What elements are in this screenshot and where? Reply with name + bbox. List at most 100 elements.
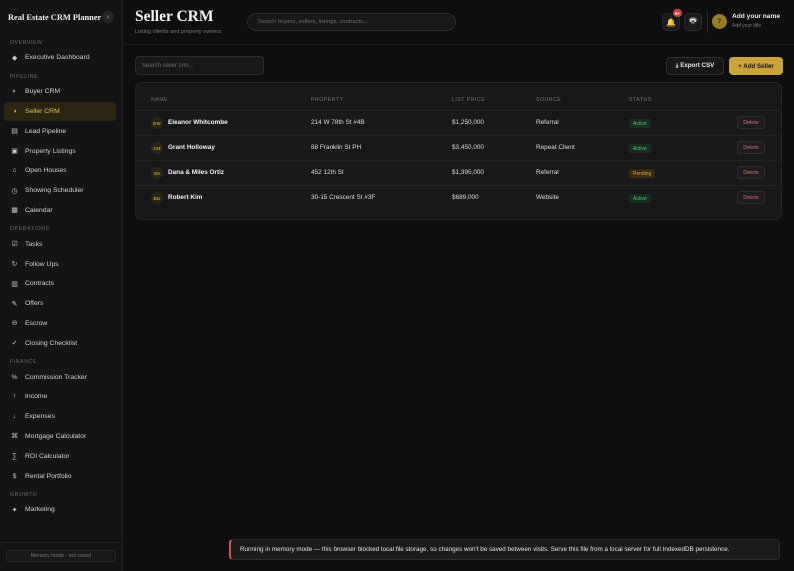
percent-icon: % [11,373,18,381]
sidebar-item-roi-calculator[interactable]: ∑ ROI Calculator [4,446,116,466]
app-title: Real Estate CRM Planner [8,12,102,22]
sidebar-item-follow-ups[interactable]: ↻ Follow Ups [4,254,116,274]
sidebar-item-label: Expenses [25,413,55,421]
delete-button[interactable]: Delete [737,116,765,129]
delete-button[interactable]: Delete [737,166,765,179]
seller-table: NAME PROPERTY LIST PRICE SOURCE STATUS E… [135,82,782,220]
sidebar-item-closing-checklist[interactable]: ✓ Closing Checklist [4,333,116,353]
sidebar-item-label: Offers [25,300,44,308]
section-label-finance: FINANCE [10,359,37,366]
sidebar-item-mortgage-calculator[interactable]: ⌘ Mortgage Calculator [4,427,116,447]
sidebar-item-label: Seller CRM [25,107,60,115]
status-badge: Active [629,144,651,153]
lead-source: Referral [536,169,559,176]
sidebar-item-label: Closing Checklist [25,339,78,347]
arrow-down-icon: ↓ [12,413,17,421]
column-header-source[interactable]: SOURCE [536,97,561,103]
diamond-icon: ◆ [11,54,18,62]
property-address: 30-15 Crescent St #3F [311,194,376,201]
sidebar-item-showing-scheduler[interactable]: ◷ Showing Scheduler [4,181,116,201]
sidebar-item-calendar[interactable]: ▦ Calendar [4,201,116,221]
arrow-up-icon: ↑ [12,393,17,401]
memory-mode-note: Memory mode · not saved [6,550,116,562]
lead-source: Website [536,194,559,201]
sidebar-item-label: Showing Scheduler [25,187,84,195]
top-bar: Seller CRM Listing clients and property … [123,0,794,45]
sidebar-item-rental-portfolio[interactable]: $ Rental Portfolio [4,466,116,486]
sidebar-item-executive-dashboard[interactable]: ◆ Executive Dashboard [4,48,116,68]
status-badge: Pending [629,169,656,178]
list-price: $3,450,000 [452,144,484,151]
storage-warning-toast: Running in memory mode — this browser bl… [229,539,780,560]
sidebar-item-contracts[interactable]: ▥ Contracts [4,274,116,294]
header-divider [707,11,708,33]
sidebar-item-label: Follow Ups [25,260,59,268]
sidebar-item-open-houses[interactable]: ⌂ Open Houses [4,161,116,181]
sidebar-item-label: Executive Dashboard [25,54,90,62]
lead-source: Repeat Client [536,144,575,151]
export-csv-button[interactable]: ⤓ Export CSV [666,57,724,75]
table-row[interactable]: GH Grant Holloway 88 Franklin St PH $3,4… [136,136,781,161]
print-button[interactable]: 🖶 [684,13,702,31]
seller-name: Dana & Miles Ortiz [168,169,225,176]
kanban-icon: ▤ [11,128,18,136]
listing-icon: ▣ [11,148,18,156]
table-row[interactable]: DS Dana & Miles Ortiz 452 12th St $1,395… [136,161,781,186]
table-row[interactable]: RK Robert Kim 30-15 Crescent St #3F $689… [136,186,781,211]
checkbox-icon: ☑ [11,241,18,249]
sidebar-item-label: Tasks [25,240,43,248]
sidebar-item-label: Calendar [25,206,53,214]
user-name[interactable]: Add your name [732,13,780,20]
sidebar-item-lead-pipeline[interactable]: ▤ Lead Pipeline [4,121,116,141]
sidebar-divider [0,542,122,543]
sidebar-item-seller-crm[interactable]: ◑ Seller CRM [4,101,116,122]
brand-header: Real Estate CRM Planner ‹ [0,0,122,34]
add-seller-button[interactable]: + Add Seller [729,57,783,75]
sidebar: Real Estate CRM Planner ‹ OVERVIEW ◆ Exe… [0,0,123,571]
sidebar-item-label: Contracts [25,280,55,288]
sidebar-item-marketing[interactable]: ✦ Marketing [4,500,116,520]
sidebar-item-property-listings[interactable]: ▣ Property Listings [4,141,116,161]
seller-search-input[interactable] [135,56,264,75]
main-content: Seller CRM Listing clients and property … [123,0,794,571]
sidebar-item-commission-tracker[interactable]: % Commission Tracker [4,367,116,387]
sidebar-item-tasks[interactable]: ☑ Tasks [4,234,116,254]
sidebar-item-buyer-crm[interactable]: ◐ Buyer CRM [4,82,116,102]
sidebar-item-label: ROI Calculator [25,452,70,460]
column-header-list-price[interactable]: LIST PRICE [452,97,485,103]
check-icon: ✓ [11,340,18,348]
sidebar-item-label: Income [25,393,48,401]
property-address: 452 12th St [311,169,344,176]
sidebar-item-escrow[interactable]: ⊖ Escrow [4,314,116,334]
calendar-icon: ▦ [11,207,18,215]
table-row[interactable]: EW Eleanor Whitcombe 214 W 78th St #4B $… [136,111,781,136]
avatar: EW [151,117,163,129]
column-header-property[interactable]: PROPERTY [311,97,343,103]
list-price: $1,395,000 [452,169,484,176]
delete-button[interactable]: Delete [737,141,765,154]
section-label-growth: GROWTH [10,491,38,498]
sidebar-item-offers[interactable]: ✎ Offers [4,294,116,314]
avatar: GH [151,142,163,154]
sidebar-item-label: Buyer CRM [25,88,61,96]
collapse-sidebar-icon[interactable]: ‹ [102,11,114,23]
app-root: Real Estate CRM Planner ‹ OVERVIEW ◆ Exe… [0,0,794,571]
half-circle-icon: ◐ [12,88,17,96]
global-search-input[interactable] [247,13,456,31]
sidebar-item-income[interactable]: ↑ Income [4,387,116,407]
notifications-button[interactable]: 🔔 9+ [662,9,682,31]
sidebar-item-expenses[interactable]: ↓ Expenses [4,407,116,427]
delete-button[interactable]: Delete [737,191,765,204]
column-header-status[interactable]: STATUS [629,97,652,103]
user-title: Add your title [732,23,762,29]
section-label-operations: OPERATIONS [10,226,50,233]
sidebar-item-label: Property Listings [25,147,76,155]
bell-icon: 🔔 [666,17,676,27]
vault-icon: ⊖ [11,320,18,328]
sidebar-item-label: Commission Tracker [25,373,87,381]
column-header-name[interactable]: NAME [151,97,168,103]
printer-icon: 🖶 [689,16,697,25]
sigma-icon: ∑ [12,452,17,460]
avatar[interactable]: ? [712,14,727,29]
section-label-pipeline: PIPELINE [10,73,39,80]
